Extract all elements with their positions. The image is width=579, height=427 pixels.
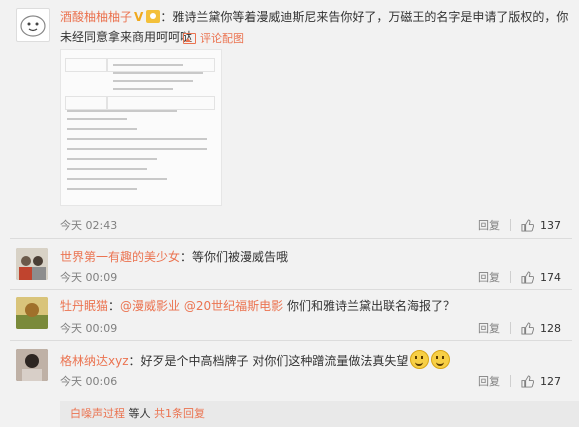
like-button[interactable] [521,218,534,232]
avatar[interactable] [16,297,48,329]
smiley-emoji-icon [410,350,430,369]
photo-avatar-icon [16,297,48,329]
comment-colon: ： [108,299,121,313]
comment-username[interactable]: 格林纳达xyz [60,354,129,368]
thumbs-up-icon [521,374,534,388]
mention-link[interactable]: @漫威影业 [120,299,180,313]
sub-reply-body: 等人 [128,407,151,420]
cartoon-avatar-icon [20,15,46,37]
image-icon [183,32,196,44]
sub-reply-text: 白噪声过程 等人 共1条回复 [70,405,205,421]
thumbs-up-icon [521,218,534,232]
sub-reply-username[interactable]: 白噪声过程 [70,407,125,420]
reply-button[interactable]: 回复 [478,373,500,389]
like-button[interactable] [521,321,534,335]
like-count: 128 [540,321,561,335]
comment-actions: 回复 127 [478,373,561,389]
comment-actions: 回复 174 [478,269,561,285]
thumbs-up-icon [521,270,534,284]
divider [10,238,572,239]
comment-username[interactable]: 酒酸柚柚柚子 [60,10,132,24]
verified-badge-icon: V [134,10,144,24]
like-button[interactable] [521,270,534,284]
comment-body: ：雅诗兰黛你等着漫威迪斯尼来告你好了，万磁王的名字是申请了版权的，你 [160,10,569,24]
comment-image-label: 评论配图 [200,32,244,45]
avatar[interactable] [16,248,48,280]
mention-link[interactable]: @20世纪福斯电影 [184,299,283,313]
comment-time: 今天 00:06 [60,375,118,388]
thumbs-up-icon [521,321,534,335]
comment-time: 今天 00:09 [60,322,118,335]
sub-reply-bar: 白噪声过程 等人 共1条回复 [60,401,579,427]
like-count: 137 [540,218,561,232]
action-divider [510,322,511,334]
photo-avatar-icon [16,248,48,280]
action-divider [510,219,511,231]
comment-actions: 回复 128 [478,320,561,336]
avatar[interactable] [16,349,48,381]
divider [10,340,572,341]
comment-attached-image[interactable] [60,49,222,206]
view-replies-link[interactable]: 共1条回复 [154,407,205,420]
reply-button[interactable]: 回复 [478,320,500,336]
avatar[interactable] [16,8,50,42]
comment-body-line2: 未经同意拿来商用呵呵哒 [60,30,193,44]
comment-text: 格林纳达xyz：好歹是个中高档牌子 对你们这种蹭流量做法真失望 [60,350,451,370]
comment-body: ：好歹是个中高档牌子 对你们这种蹭流量做法真失望 [128,354,409,368]
medal-icon [146,10,161,23]
comment-username[interactable]: 世界第一有趣的美少女 [60,250,180,264]
comment-body: ：等你们被漫威告哦 [180,250,289,264]
comment-image-link[interactable]: 评论配图 [183,30,244,46]
comment-body: 你们和雅诗兰黛出联名海报了？ [286,299,455,313]
like-button[interactable] [521,374,534,388]
like-count: 127 [540,374,561,388]
comment-text: 世界第一有趣的美少女：等你们被漫威告哦 [60,248,288,266]
reply-button[interactable]: 回复 [478,269,500,285]
action-divider [510,375,511,387]
comment-text: 酒酸柚柚柚子 V ：雅诗兰黛你等着漫威迪斯尼来告你好了，万磁王的名字是申请了版权的，… [60,8,568,26]
comment-time: 今天 02:43 [60,219,118,232]
divider [10,289,572,290]
action-divider [510,271,511,283]
smiley-emoji-icon [431,350,451,369]
comment-text: 牡丹眠猫：@漫威影业 @20世纪福斯电影 你们和雅诗兰黛出联名海报了？ [60,297,455,315]
photo-avatar-icon [16,349,48,381]
reply-button[interactable]: 回复 [478,217,500,233]
comment-actions: 回复 137 [478,217,561,233]
comment-username[interactable]: 牡丹眠猫 [60,299,108,313]
comment-feed: 酒酸柚柚柚子 V ：雅诗兰黛你等着漫威迪斯尼来告你好了，万磁王的名字是申请了版权的，… [0,0,579,427]
comment-time: 今天 00:09 [60,271,118,284]
like-count: 174 [540,270,561,284]
